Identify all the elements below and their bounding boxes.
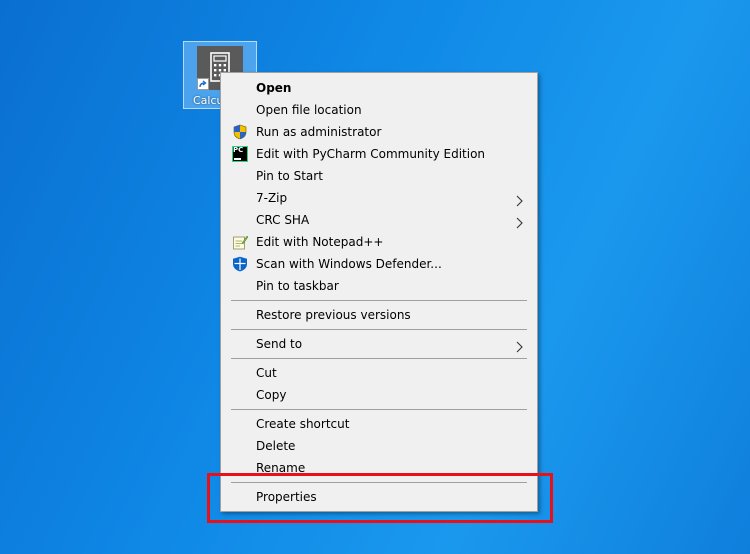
menu-item-label: CRC SHA xyxy=(256,213,310,227)
menu-item-label: Scan with Windows Defender... xyxy=(256,257,442,271)
menu-item-label: Pin to taskbar xyxy=(256,279,339,293)
menu-item-create-shortcut[interactable]: Create shortcut xyxy=(223,413,535,435)
chevron-right-icon xyxy=(513,192,525,207)
menu-item-label: Create shortcut xyxy=(256,417,350,431)
menu-item-label: Send to xyxy=(256,337,303,351)
menu-item-label: 7-Zip xyxy=(256,191,288,205)
chevron-right-icon xyxy=(513,214,525,229)
menu-item-label: Open file location xyxy=(256,103,362,117)
menu-item-cut[interactable]: Cut xyxy=(223,362,535,384)
menu-item-open[interactable]: Open xyxy=(223,77,535,99)
properties-highlight-box xyxy=(207,473,553,523)
menu-item-label: Edit with Notepad++ xyxy=(256,235,384,249)
menu-item-label: Edit with PyCharm Community Edition xyxy=(256,147,486,161)
desktop[interactable]: Calcu Open Open file location Run as adm… xyxy=(0,0,750,554)
uac-shield-icon xyxy=(232,124,248,140)
menu-item-label: Restore previous versions xyxy=(256,308,411,322)
context-menu: Open Open file location Run as administr… xyxy=(220,72,538,512)
chevron-right-icon xyxy=(513,338,525,353)
windows-defender-icon xyxy=(232,256,248,272)
menu-item-copy[interactable]: Copy xyxy=(223,384,535,406)
desktop-icon-label: Calcu xyxy=(193,94,224,107)
menu-item-send-to[interactable]: Send to xyxy=(223,333,535,355)
notepad-plus-plus-icon xyxy=(232,234,249,250)
menu-item-delete[interactable]: Delete xyxy=(223,435,535,457)
menu-item-label: Run as administrator xyxy=(256,125,382,139)
menu-item-label: Cut xyxy=(256,366,277,380)
menu-item-label: Delete xyxy=(256,439,296,453)
menu-item-label: Pin to Start xyxy=(256,169,323,183)
menu-separator xyxy=(231,300,527,301)
menu-item-restore-previous-versions[interactable]: Restore previous versions xyxy=(223,304,535,326)
menu-item-label: Copy xyxy=(256,388,287,402)
menu-item-edit-with-notepad-plus-plus[interactable]: Edit with Notepad++ xyxy=(223,231,535,253)
menu-item-7-zip[interactable]: 7-Zip xyxy=(223,187,535,209)
menu-separator xyxy=(231,358,527,359)
menu-item-run-as-administrator[interactable]: Run as administrator xyxy=(223,121,535,143)
menu-item-pin-to-start[interactable]: Pin to Start xyxy=(223,165,535,187)
menu-item-crc-sha[interactable]: CRC SHA xyxy=(223,209,535,231)
menu-separator xyxy=(231,329,527,330)
menu-item-edit-with-pycharm[interactable]: PC Edit with PyCharm Community Edition xyxy=(223,143,535,165)
menu-item-pin-to-taskbar[interactable]: Pin to taskbar xyxy=(223,275,535,297)
menu-item-label: Open xyxy=(256,81,292,95)
shortcut-arrow-icon xyxy=(197,78,209,90)
menu-item-open-file-location[interactable]: Open file location xyxy=(223,99,535,121)
menu-item-scan-with-windows-defender[interactable]: Scan with Windows Defender... xyxy=(223,253,535,275)
menu-separator xyxy=(231,409,527,410)
pycharm-icon: PC xyxy=(232,146,248,162)
